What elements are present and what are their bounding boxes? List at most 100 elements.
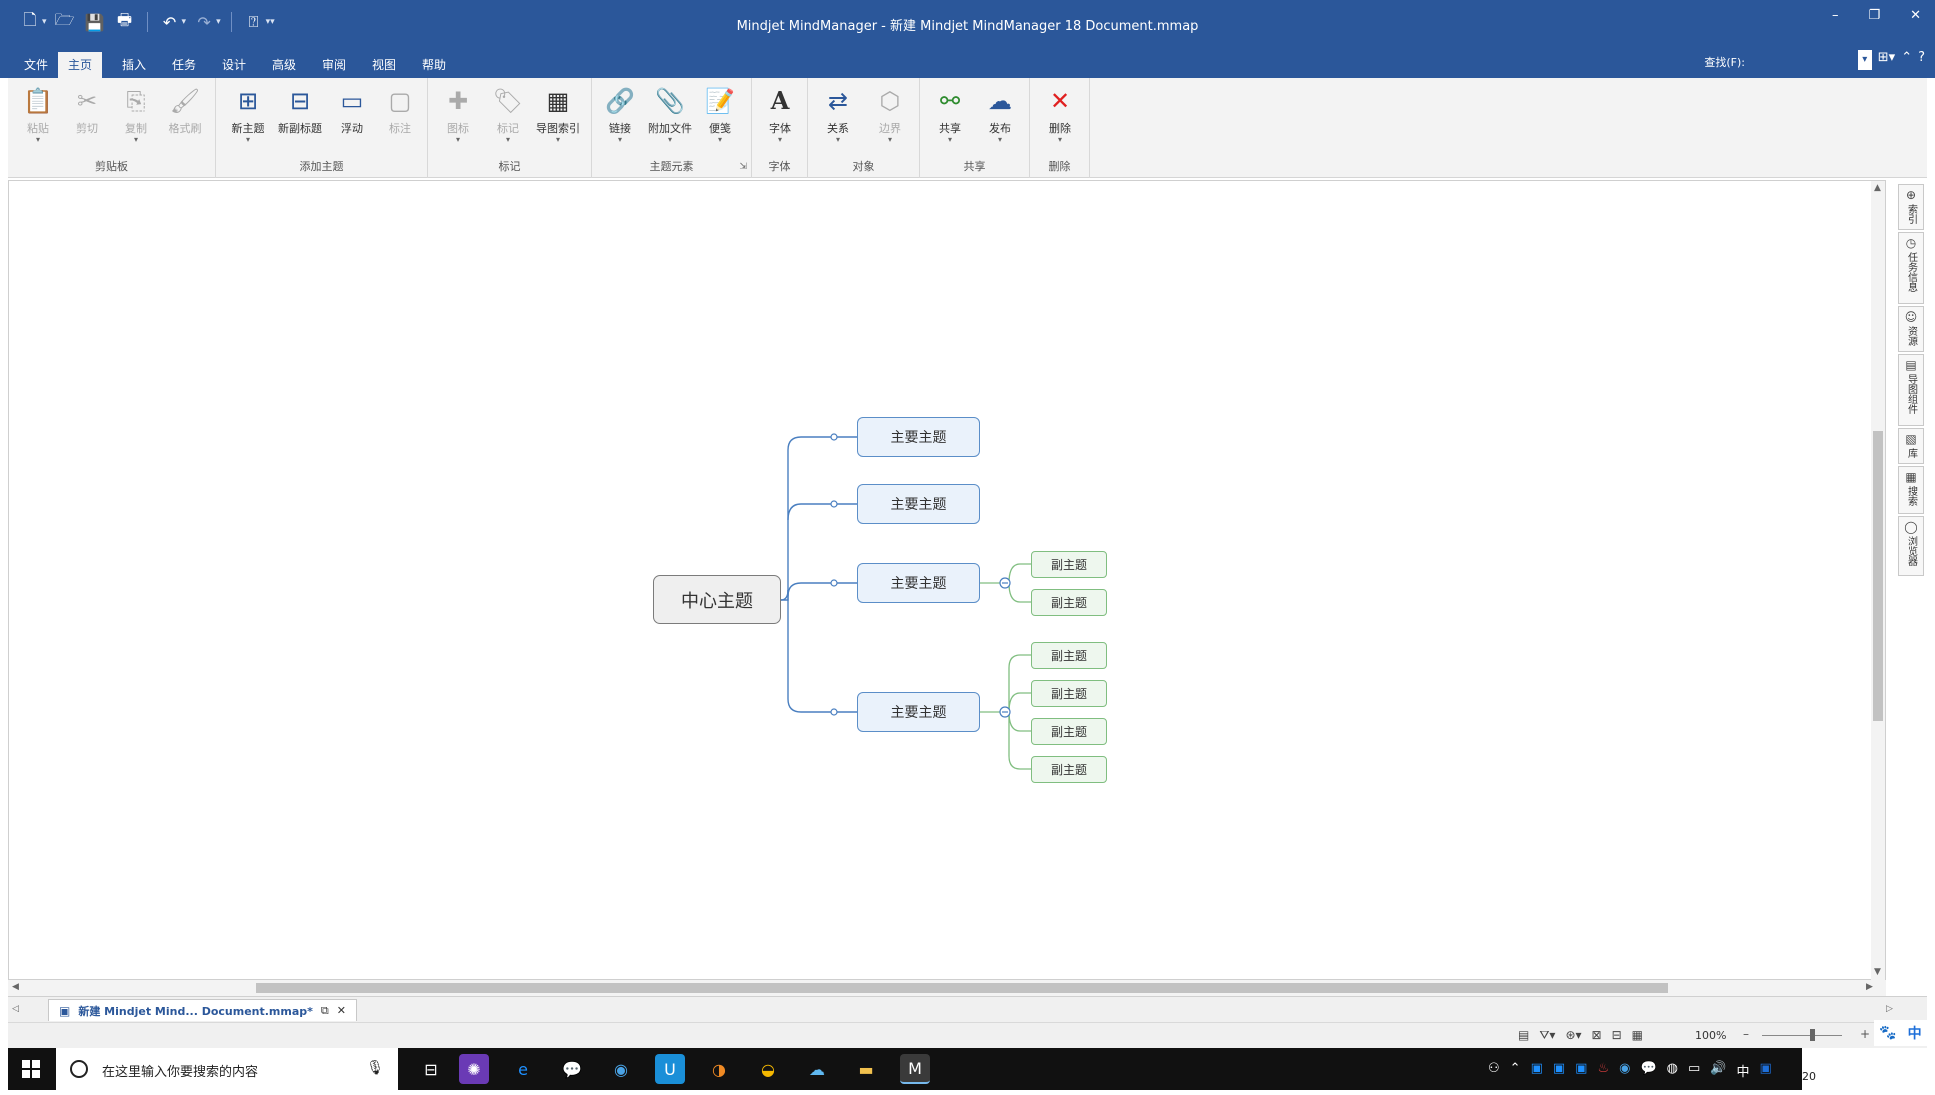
restore-button[interactable]: ❐ [1868, 8, 1880, 23]
tray-app-icon[interactable]: ▣ [1575, 1061, 1587, 1080]
vertical-scrollbar[interactable]: ▲ ▼ [1871, 181, 1885, 981]
delete-button[interactable]: ✕ 删除 ▾ [1034, 84, 1086, 152]
windows-start-icon[interactable] [22, 1060, 40, 1078]
focus-icon[interactable]: ⊛▾ [1565, 1028, 1581, 1043]
tab-home[interactable]: 主页 [58, 52, 103, 78]
volume-icon[interactable]: 🔊 [1710, 1061, 1726, 1080]
tray-app-icon[interactable]: ▣ [1759, 1061, 1771, 1080]
paste-button[interactable]: 📋 粘贴 ▾ [12, 84, 64, 152]
taskbar-clock[interactable]: 20 [1802, 1048, 1927, 1090]
zoom-slider-knob[interactable] [1810, 1029, 1815, 1041]
scroll-down-icon[interactable]: ▼ [1874, 967, 1881, 977]
zoom-out-button[interactable]: – [1743, 1027, 1749, 1041]
format-painter-button[interactable]: 🖌 格式刷 [159, 84, 211, 152]
sidepanel-task-info[interactable]: ◷ 任务信息 [1898, 232, 1924, 304]
network-icon[interactable]: ▭ [1688, 1061, 1700, 1080]
subtopic[interactable]: 副主题 [1031, 589, 1107, 616]
tab-scroll-left-icon[interactable]: ◁ [12, 1004, 19, 1014]
sidepanel-index[interactable]: ⊕ 索引 [1898, 184, 1924, 230]
layout-icon[interactable]: ⊞▾ [1878, 50, 1895, 70]
scroll-right-icon[interactable]: ▶ [1866, 982, 1873, 992]
sidepanel-resources[interactable]: ☺ 资源 [1898, 306, 1924, 352]
document-tab[interactable]: ▣ 新建 Mindjet Mind... Document.mmap* ⧉ ✕ [48, 999, 357, 1021]
people-icon[interactable]: ⚇ [1488, 1061, 1500, 1080]
zoom-level[interactable]: 100% [1695, 1029, 1726, 1042]
subtopic[interactable]: 副主题 [1031, 756, 1107, 783]
dialog-launcher-icon[interactable]: ⇲ [739, 162, 747, 172]
tab-task[interactable]: 任务 [162, 52, 206, 78]
tray-expand-icon[interactable]: ⌃ [1510, 1061, 1521, 1080]
sidepanel-search[interactable]: ▦ 搜索 [1898, 466, 1924, 514]
subtopic[interactable]: 副主题 [1031, 718, 1107, 745]
find-label[interactable]: 查找(F): [1704, 54, 1745, 70]
tab-review[interactable]: 审阅 [312, 52, 356, 78]
tab-scroll-right-icon[interactable]: ▷ [1886, 1004, 1893, 1014]
app-u-icon[interactable]: U [655, 1054, 685, 1084]
publish-button[interactable]: ☁ 发布 ▾ [974, 84, 1026, 152]
edge-browser-icon[interactable]: e [508, 1054, 538, 1084]
main-topic[interactable]: 主要主题 [857, 484, 980, 524]
new-subtopic-button[interactable]: ⊟ 新副标题 [274, 84, 326, 152]
calendar-icon[interactable]: ▦ [1632, 1028, 1643, 1043]
sidepanel-browser[interactable]: ◯ 浏览器 [1898, 516, 1924, 576]
vertical-scroll-thumb[interactable] [1873, 431, 1883, 721]
floating-topic-button[interactable]: ▭ 浮动 [326, 84, 378, 152]
horizontal-scroll-thumb[interactable] [256, 983, 1668, 993]
layout-toggle-icon[interactable]: ⊠ [1592, 1028, 1602, 1043]
new-topic-button[interactable]: ⊞ 新主题 ▾ [222, 84, 274, 152]
share-button[interactable]: ⚯ 共享 ▾ [924, 84, 976, 152]
boundary-button[interactable]: ⬡ 边界 ▾ [864, 84, 916, 152]
wechat-icon[interactable]: 💬 [557, 1054, 587, 1084]
popout-icon[interactable]: ⧉ [321, 1004, 329, 1018]
subtopic[interactable]: 副主题 [1031, 642, 1107, 669]
copy-button[interactable]: ⎘ 复制 ▾ [110, 84, 162, 152]
subtopic[interactable]: 副主题 [1031, 551, 1107, 578]
tab-help[interactable]: 帮助 [412, 52, 456, 78]
cloud-app-icon[interactable]: ☁ [802, 1054, 832, 1084]
font-button[interactable]: A 字体 ▾ [754, 84, 806, 152]
close-tab-button[interactable]: ✕ [337, 1004, 346, 1017]
wechat-tray-icon[interactable]: 💬 [1640, 1061, 1656, 1080]
file-explorer-icon[interactable]: ▬ [851, 1054, 881, 1084]
tag-button[interactable]: 🏷 标记 ▾ [482, 84, 534, 152]
help-icon[interactable]: ? [1918, 50, 1925, 70]
tab-file[interactable]: 文件 [14, 52, 58, 78]
tab-advanced[interactable]: 高级 [262, 52, 306, 78]
tab-insert[interactable]: 插入 [112, 52, 156, 78]
taskbar-search-box[interactable]: 在这里输入你要搜索的内容 🎙 [56, 1048, 398, 1090]
tray-app-icon[interactable]: ▣ [1553, 1061, 1565, 1080]
main-topic[interactable]: 主要主题 [857, 563, 980, 603]
scroll-left-icon[interactable]: ◀ [12, 982, 19, 992]
tray-app-icon[interactable]: ▣ [1531, 1061, 1543, 1080]
tray-app-icon[interactable]: ♨ [1597, 1061, 1609, 1080]
close-button[interactable]: ✕ [1910, 8, 1921, 23]
outline-view-icon[interactable]: ▤ [1518, 1028, 1529, 1043]
callout-button[interactable]: ▢ 标注 [374, 84, 426, 152]
collapse-ribbon-icon[interactable]: ⌃ [1901, 50, 1912, 70]
tray-app-icon[interactable]: ◉ [1619, 1061, 1630, 1080]
minimize-button[interactable]: – [1832, 8, 1839, 23]
qq-browser-icon[interactable]: ◉ [606, 1054, 636, 1084]
dropdown-icon[interactable]: ▾ [1857, 50, 1872, 70]
relationship-button[interactable]: ⇄ 关系 ▾ [812, 84, 864, 152]
sidepanel-map-parts[interactable]: ▤ 导图组件 [1898, 354, 1924, 426]
scroll-up-icon[interactable]: ▲ [1874, 183, 1881, 193]
main-topic[interactable]: 主要主题 [857, 692, 980, 732]
zoom-slider[interactable] [1762, 1029, 1842, 1041]
subtopic[interactable]: 副主题 [1031, 680, 1107, 707]
notes-button[interactable]: 📝 便笺 ▾ [694, 84, 746, 152]
tab-view[interactable]: 视图 [362, 52, 406, 78]
audio-app-icon[interactable]: ◑ [704, 1054, 734, 1084]
tray-app-icon[interactable]: ◍ [1667, 1061, 1678, 1080]
cut-button[interactable]: ✂ 剪切 [61, 84, 113, 152]
filter-icon[interactable]: ⛛▾ [1539, 1028, 1555, 1043]
app-yellow-icon[interactable]: ◒ [753, 1054, 783, 1084]
main-topic[interactable]: 主要主题 [857, 417, 980, 457]
central-topic[interactable]: 中心主题 [653, 575, 781, 624]
input-language[interactable]: 中 [1736, 1061, 1749, 1080]
mindmanager-taskbar-icon[interactable]: M [900, 1054, 930, 1084]
tab-design[interactable]: 设计 [212, 52, 256, 78]
sidepanel-library[interactable]: ▧ 库 [1898, 428, 1924, 464]
microphone-icon[interactable]: 🎙 [366, 1060, 384, 1076]
attach-file-button[interactable]: 📎 附加文件 ▾ [644, 84, 696, 152]
